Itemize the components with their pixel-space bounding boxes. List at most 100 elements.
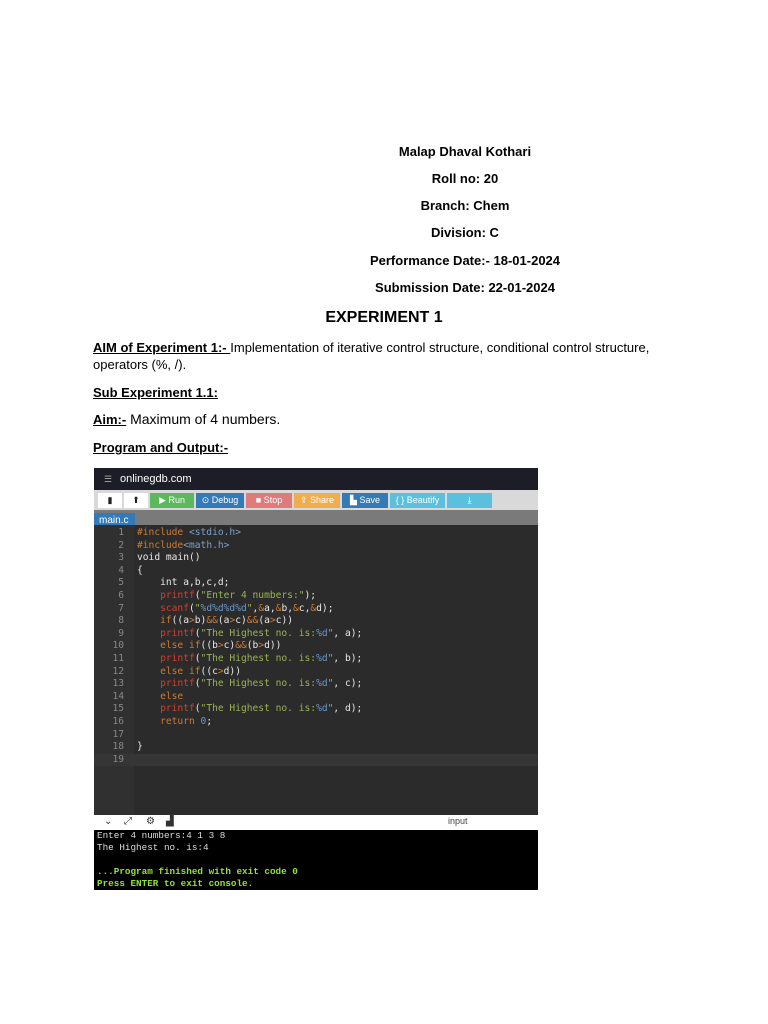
- beautify-button[interactable]: { } Beautify: [390, 492, 445, 508]
- branch: Branch: Chem: [420, 198, 510, 213]
- clear-console-icon[interactable]: ▟: [166, 816, 174, 827]
- code-token: c): [235, 615, 247, 627]
- line-number: 6: [118, 590, 124, 601]
- submission-date: Submission Date: 22-01-2024: [375, 280, 555, 295]
- console-line: Press ENTER to exit console.: [97, 878, 254, 889]
- code-token: else if: [137, 640, 201, 652]
- code-token: , c);: [333, 678, 363, 690]
- code-line: 15 printf("The Highest no. is:%d", d);: [94, 703, 538, 716]
- code-line: 2 #include<math.h>: [94, 540, 538, 553]
- code-token: ((b: [200, 640, 218, 652]
- console-line: Enter 4 numbers:4 1 3 8: [97, 830, 226, 841]
- code-editor[interactable]: 1 #include <stdio.h> 2 #include<math.h> 3 voi…: [94, 525, 538, 815]
- line-number: 4: [118, 564, 124, 576]
- code-token: printf: [137, 653, 195, 664]
- code-token: a,: [264, 602, 276, 614]
- code-token: else if: [137, 665, 201, 677]
- expand-icon[interactable]: ⤢: [124, 816, 132, 827]
- aim-paragraph: AIM of Experiment 1:- Implementation of …: [93, 339, 683, 373]
- aim-label: AIM of Experiment 1:-: [93, 340, 231, 355]
- code-token: &&: [246, 615, 259, 627]
- upload-button[interactable]: ⬆: [124, 492, 148, 508]
- line-number: 9: [118, 627, 124, 639]
- code-token: <stdio.h>: [188, 527, 241, 538]
- code-token: &&: [235, 640, 247, 652]
- line-number: 12: [112, 665, 124, 677]
- code-token: , d);: [333, 703, 363, 715]
- code-token: b): [194, 615, 207, 627]
- code-token: #include: [137, 539, 184, 551]
- line-number: 5: [118, 577, 124, 589]
- code-line: 14 else: [94, 691, 538, 704]
- code-token: d)): [223, 665, 241, 677]
- stop-button[interactable]: ■ Stop: [246, 492, 292, 508]
- line-number: 11: [112, 653, 124, 664]
- input-label: input: [448, 816, 468, 826]
- code-token: {: [137, 564, 143, 576]
- site-url: onlinegdb.com: [120, 473, 192, 485]
- code-token: printf: [137, 590, 195, 601]
- debug-button[interactable]: ⊙ Debug: [196, 492, 244, 508]
- code-token: ((c: [200, 665, 218, 677]
- performance-date: Performance Date:- 18-01-2024: [369, 253, 561, 268]
- code-token: &&: [206, 615, 218, 627]
- line-number: 2: [118, 539, 124, 551]
- code-token: c)): [275, 615, 294, 627]
- roll-number: Roll no: 20: [431, 171, 499, 186]
- new-file-button[interactable]: ▮: [98, 492, 122, 508]
- collapse-chevron-icon[interactable]: ⌄: [104, 816, 112, 827]
- sub-experiment-label: Sub Experiment 1.1:: [93, 385, 218, 400]
- code-token: , a);: [333, 627, 363, 639]
- console-output[interactable]: Enter 4 numbers:4 1 3 8 The Highest no. i…: [94, 830, 538, 890]
- code-token: b,: [281, 602, 294, 614]
- code-token: %d: [316, 678, 328, 690]
- save-button[interactable]: ▙ Save: [342, 492, 388, 508]
- code-line: 8 if((a>b)&&(a>c)&&(a>c)): [94, 615, 538, 628]
- code-token: %d: [316, 653, 328, 664]
- download-button[interactable]: ⤓: [447, 492, 492, 508]
- code-token: (b: [246, 640, 259, 652]
- code-token: #include: [137, 527, 189, 538]
- code-token: void main(): [137, 552, 201, 564]
- code-token: "The Highest no. is:: [200, 678, 317, 690]
- line-number: 18: [112, 741, 124, 753]
- experiment-title: EXPERIMENT 1: [325, 309, 443, 326]
- sub-aim-label: Aim:-: [93, 412, 127, 427]
- code-token: %d%d%d%d: [200, 602, 247, 614]
- line-number: 19: [112, 753, 124, 765]
- onlinegdb-screenshot: ☰ onlinegdb.com ▮ ⬆ ▶ Run ⊙ Debug ■ Stop…: [94, 468, 538, 890]
- line-number: 10: [112, 640, 124, 652]
- code-line: 6 printf("Enter 4 numbers:");: [94, 590, 538, 603]
- code-token: c,: [298, 602, 311, 614]
- site-settings-icon: ☰: [104, 473, 113, 484]
- code-token: return: [137, 716, 201, 727]
- program-output-label: Program and Output:-: [93, 440, 229, 455]
- line-number: 15: [112, 703, 124, 715]
- code-line: 11 printf("The Highest no. is:%d", b);: [94, 653, 538, 666]
- code-token: else: [137, 690, 184, 702]
- code-token: printf: [137, 703, 195, 715]
- browser-title-bar: ☰ onlinegdb.com: [94, 468, 538, 490]
- code-line: 3 void main(): [94, 552, 538, 565]
- line-number: 16: [112, 716, 124, 727]
- code-token: ;: [206, 716, 213, 727]
- line-number: 8: [118, 615, 124, 627]
- gear-icon[interactable]: ⚙: [146, 816, 155, 827]
- code-line: 7 scanf("%d%d%d%d",&a,&b,&c,&d);: [94, 603, 538, 616]
- console-line: The Highest no. is:4: [97, 842, 209, 853]
- code-token: "The Highest no. is:: [200, 653, 317, 664]
- program-output-heading: Program and Output:-: [93, 439, 683, 456]
- sub-aim: Aim:- Maximum of 4 numbers.: [93, 411, 683, 428]
- toolbar: ▮ ⬆ ▶ Run ⊙ Debug ■ Stop ⇪ Share ▙ Save …: [94, 490, 538, 510]
- code-token: d)): [264, 640, 282, 652]
- code-line: 13 printf("The Highest no. is:%d", c);: [94, 678, 538, 691]
- code-token: d);: [316, 602, 334, 614]
- run-button[interactable]: ▶ Run: [150, 492, 194, 508]
- code-line: 12 else if((c>d)): [94, 666, 538, 679]
- code-token: "The Highest no. is:: [200, 627, 317, 639]
- share-button[interactable]: ⇪ Share: [294, 492, 340, 508]
- student-name: Malap Dhaval Kothari: [398, 144, 532, 159]
- download-icon: ⤓: [467, 494, 472, 505]
- upload-icon: ⬆: [132, 494, 140, 505]
